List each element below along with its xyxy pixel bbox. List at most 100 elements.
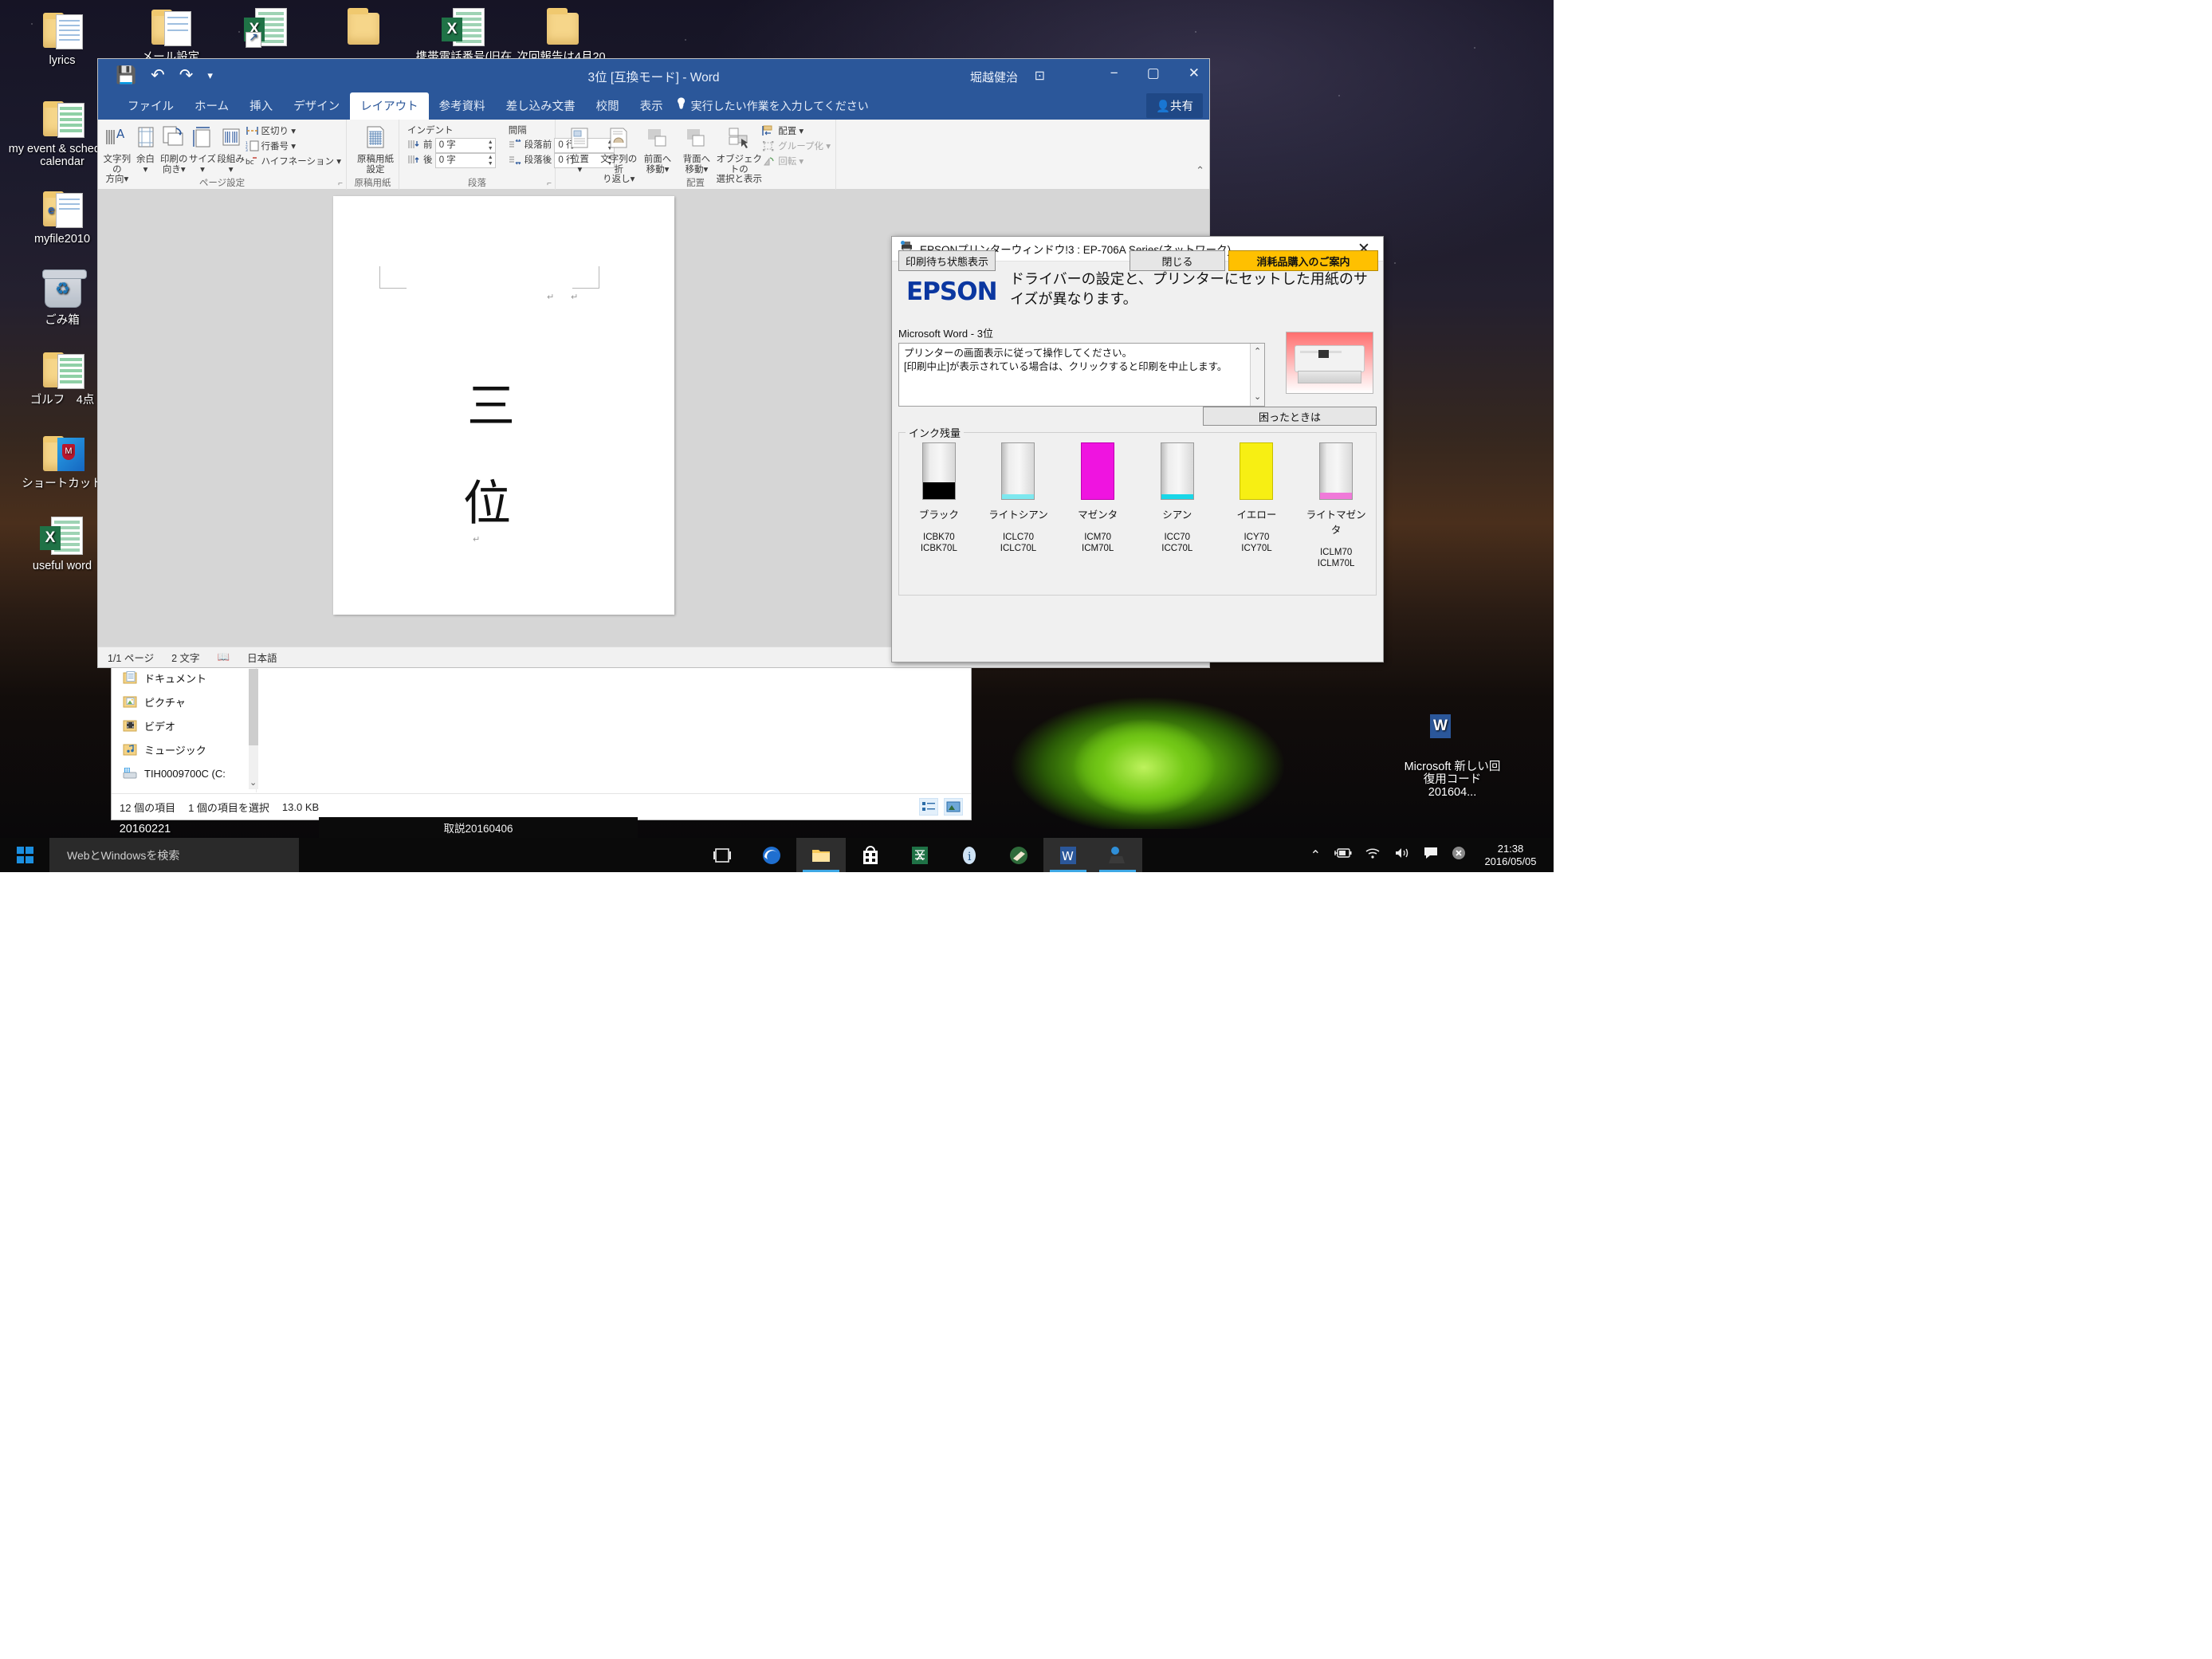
system-tray[interactable]: ⌃ 21:38 2016/05/05 <box>1310 838 1554 872</box>
tab-mailings[interactable]: 差し込み文書 <box>496 92 586 120</box>
maximize-icon[interactable]: ▢ <box>1147 65 1160 81</box>
show-hidden-icons-icon[interactable]: ⌃ <box>1310 847 1321 863</box>
ink-cartridge-cyan[interactable]: シアン ICC70 ICC70L <box>1143 442 1212 569</box>
word-icon[interactable]: W <box>1043 838 1093 872</box>
collapse-ribbon-icon[interactable]: ⌃ <box>1196 164 1204 177</box>
position-button[interactable]: 位置 ▾ <box>560 122 599 185</box>
taskbar[interactable]: WebとWindowsを検索 X i W ⌃ 21:38 2016/05/05 <box>0 838 1554 872</box>
ink-cartridge-yellow[interactable]: イエロー ICY70 ICY70L <box>1222 442 1291 569</box>
indent-left-input[interactable]: 0 字 ▲ ▼ <box>434 138 496 153</box>
details-view-icon[interactable] <box>919 798 938 816</box>
word-window-controls[interactable]: − ▢ ✕ <box>1110 65 1200 81</box>
search-input[interactable]: WebとWindowsを検索 <box>49 838 299 872</box>
store-icon[interactable] <box>846 838 895 872</box>
nav-item-documents[interactable]: ドキュメント <box>112 666 256 690</box>
nav-item-videos[interactable]: ビデオ <box>112 714 256 737</box>
page-size-button[interactable]: サイズ ▾ <box>188 122 217 185</box>
rotate-button[interactable]: 回転 ▾ <box>762 155 831 170</box>
selection-pane-button[interactable]: オブジェクトの 選択と表示 <box>716 122 762 185</box>
indent-left-field[interactable]: 前 0 字 ▲ ▼ <box>407 138 496 153</box>
battery-charging-icon[interactable] <box>1333 847 1352 863</box>
edge-icon[interactable] <box>747 838 796 872</box>
ribbon-display-icon[interactable]: ⊡ <box>1035 68 1045 84</box>
bring-forward-button[interactable]: 前面へ 移動▾ <box>638 122 678 185</box>
nav-item-pictures[interactable]: ピクチャ <box>112 690 256 714</box>
chevron-down-icon[interactable]: ⌄ <box>249 777 257 788</box>
epson-text-scrollbar[interactable]: ⌃ ⌄ <box>1250 344 1264 406</box>
scrollbar-thumb[interactable] <box>249 669 258 745</box>
nav-item-memorycard[interactable]: MEMORYCARD ( <box>112 785 256 793</box>
dialog-launcher-icon[interactable]: ⌐ <box>547 179 552 188</box>
taskbar-buttons[interactable]: X i W <box>697 838 1142 872</box>
print-queue-button[interactable]: 印刷待ち状態表示 <box>898 250 996 271</box>
desktop-icon-microsoft-recovery-code[interactable]: W Microsoft 新しい回 復用コード201604... <box>1400 692 1505 812</box>
file-explorer-window[interactable]: ドキュメント ピクチャ ビデオ ミュージック TIH0009700C (C: ⌄… <box>111 654 972 820</box>
share-button[interactable]: 👤共有 <box>1145 93 1203 118</box>
text-direction-button[interactable]: A 文字列の 方向▾ <box>103 122 132 185</box>
margins-button[interactable]: 余白 ▾ <box>132 122 160 185</box>
large-icons-view-icon[interactable] <box>944 798 963 816</box>
breaks-button[interactable]: 区切り ▾ <box>246 124 342 140</box>
word-ribbon[interactable]: A 文字列の 方向▾ 余白 ▾ 印刷の 向き▾ サイズ ▾ 段組み ▾ 区切り … <box>98 120 1209 190</box>
epson-printer-window-dialog[interactable]: EPSONプリンターウィンドウ!3 : EP-706A Series(ネットワー… <box>891 236 1384 662</box>
manuscript-settings-button[interactable]: 原稿用紙 設定 <box>352 122 399 175</box>
desktop-icon-plain-folder-1[interactable] <box>311 8 413 51</box>
indent-right-input[interactable]: 0 字 ▲ ▼ <box>434 153 496 168</box>
minimize-icon[interactable]: − <box>1110 65 1118 81</box>
columns-button[interactable]: 段組み ▾ <box>217 122 246 185</box>
excel-icon[interactable]: X <box>895 838 945 872</box>
file-explorer-icon[interactable] <box>796 838 846 872</box>
nav-item-local-disk[interactable]: TIH0009700C (C: <box>112 761 256 785</box>
ink-cartridge-light-cyan[interactable]: ライトシアン ICLC70 ICLC70L <box>984 442 1052 569</box>
desktop-icon-mail-settings[interactable]: メール設定 <box>120 8 222 64</box>
desktop-icon-mobile-phone-numbers[interactable]: X 携帯電話番号(旧在 <box>413 8 515 64</box>
volume-icon[interactable] <box>1393 847 1411 863</box>
desktop-icon-next-report[interactable]: 次回報告は4月20 <box>510 8 612 64</box>
tab-design[interactable]: デザイン <box>283 92 350 120</box>
wifi-icon[interactable] <box>1364 847 1381 863</box>
help-button[interactable]: 困ったときは <box>1203 407 1377 426</box>
tab-file[interactable]: ファイル <box>117 92 184 120</box>
indent-right-field[interactable]: 後 0 字 ▲ ▼ <box>407 153 496 168</box>
chevron-up-icon[interactable]: ⌃ <box>1254 345 1261 359</box>
chevron-down-icon[interactable]: ⌄ <box>1254 391 1261 404</box>
tab-insert[interactable]: 挿入 <box>239 92 283 120</box>
error-badge-icon[interactable] <box>1451 845 1467 865</box>
explorer-view-buttons[interactable] <box>919 798 963 816</box>
desktop-icon-excel-shortcut-top[interactable]: X <box>215 8 317 51</box>
proofing-errors-icon[interactable]: 📖 <box>218 651 230 663</box>
ink-cartridge-light-magenta[interactable]: ライトマゼンタ ICLM70 ICLM70L <box>1302 442 1370 569</box>
tab-references[interactable]: 参考資料 <box>429 92 496 120</box>
word-ribbon-tabs[interactable]: ファイル ホーム 挿入 デザイン レイアウト 参考資料 差し込み文書 校閲 表示… <box>98 92 1209 120</box>
action-center-icon[interactable] <box>1423 846 1439 864</box>
explorer-nav-scrollbar[interactable]: ⌄ <box>249 669 258 789</box>
tab-home[interactable]: ホーム <box>184 92 239 120</box>
group-button[interactable]: グループ化 ▾ <box>762 140 831 155</box>
hyphenation-button[interactable]: bc ハイフネーション ▾ <box>246 155 342 170</box>
document-page[interactable]: ↵ ↵ 三 位 ↵ <box>333 196 674 615</box>
taskbar-clock[interactable]: 21:38 2016/05/05 <box>1479 843 1542 868</box>
dialog-launcher-icon[interactable]: ⌐ <box>338 179 343 188</box>
epson-status-icon[interactable] <box>1093 838 1142 872</box>
info-icon[interactable]: i <box>945 838 994 872</box>
send-backward-button[interactable]: 背面へ 移動▾ <box>677 122 716 185</box>
ink-cartridge-magenta[interactable]: マゼンタ ICM70 ICM70L <box>1063 442 1132 569</box>
wrap-text-button[interactable]: 文字列の折 り返し▾ <box>599 122 638 185</box>
tab-review[interactable]: 校閲 <box>586 92 630 120</box>
tell-me-box[interactable]: 実行したい作業を入力してください <box>674 93 874 120</box>
explorer-navigation-pane[interactable]: ドキュメント ピクチャ ビデオ ミュージック TIH0009700C (C: <box>112 666 257 792</box>
close-button[interactable]: 閉じる <box>1130 250 1225 271</box>
nav-item-music[interactable]: ミュージック <box>112 737 256 761</box>
orientation-button[interactable]: 印刷の 向き▾ <box>159 122 188 185</box>
word-title-bar[interactable]: 💾 ↶ ↷ ▾ 3位 [互換モード] - Word 堀越健治 ⊡ − ▢ ✕ <box>98 59 1209 94</box>
windows-start-icon[interactable] <box>0 838 49 872</box>
task-view-icon[interactable] <box>697 838 747 872</box>
buy-supplies-button[interactable]: 消耗品購入のご案内 <box>1228 250 1378 271</box>
tab-layout[interactable]: レイアウト <box>350 92 429 120</box>
line-numbers-button[interactable]: 123 行番号 ▾ <box>246 140 342 155</box>
media-icon[interactable] <box>994 838 1043 872</box>
epson-detail-textbox[interactable]: プリンターの画面表示に従って操作してください。 [印刷中止]が表示されている場合… <box>898 343 1265 407</box>
tab-view[interactable]: 表示 <box>630 92 674 120</box>
ink-cartridge-black[interactable]: ブラック ICBK70 ICBK70L <box>905 442 973 569</box>
align-button[interactable]: 配置 ▾ <box>762 124 831 140</box>
